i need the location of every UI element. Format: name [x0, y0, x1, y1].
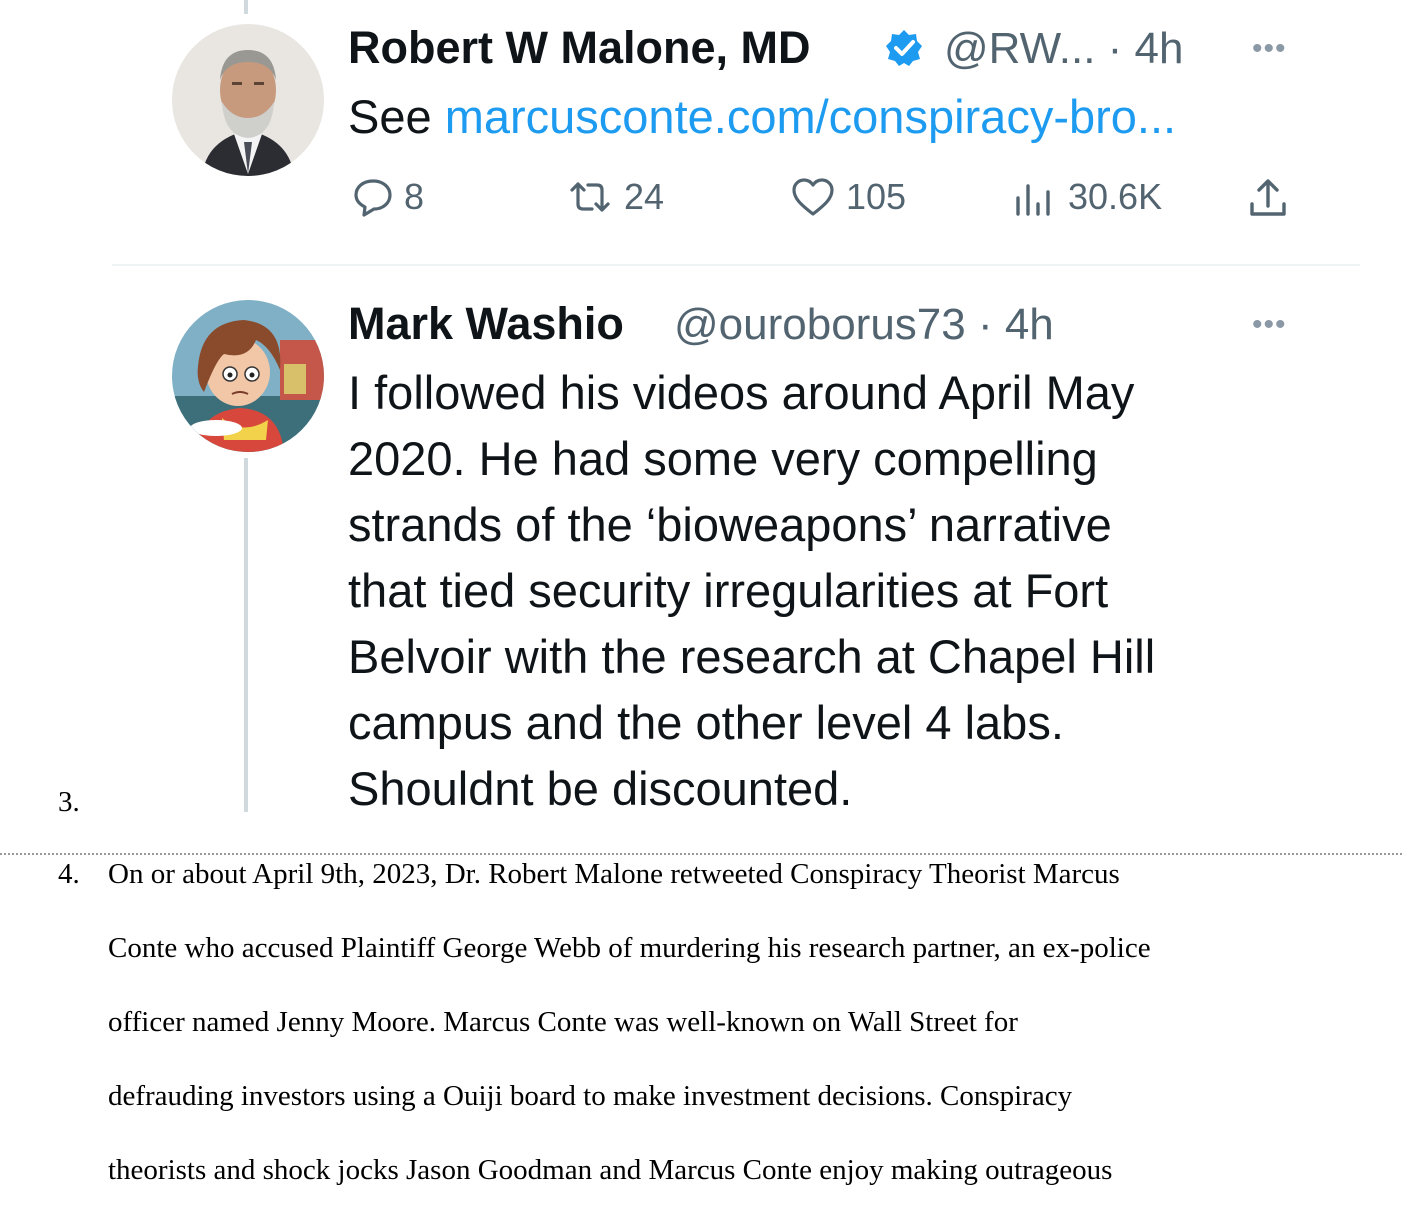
tweet2-text: I followed his videos around April May 2…: [348, 360, 1155, 822]
thread-line: [244, 458, 248, 812]
tweet2-text-line: Shouldnt be discounted.: [348, 762, 853, 815]
tweet1-handle-time[interactable]: @RW... · 4h: [944, 24, 1183, 74]
item-4-number: 4.: [58, 858, 80, 890]
tweet1-text: See marcusconte.com/conspiracy-bro...: [348, 84, 1176, 150]
tweet2-text-line: I followed his videos around April May: [348, 366, 1135, 419]
like-count: 105: [846, 176, 907, 217]
tweet1-link[interactable]: marcusconte.com/conspiracy-bro...: [445, 90, 1176, 143]
reply-icon: [352, 176, 394, 218]
item-3-number: 3.: [58, 786, 80, 818]
tweet2-more-icon[interactable]: •••: [1252, 308, 1287, 342]
tweet-divider: [112, 264, 1360, 266]
reply-button[interactable]: 8: [352, 176, 424, 218]
like-button[interactable]: 105: [790, 176, 906, 218]
views-chart-icon: [1012, 176, 1058, 218]
retweet-button[interactable]: 24: [566, 176, 664, 218]
avatar-robert-malone[interactable]: [172, 24, 324, 176]
tweet2-text-line: that tied security irregularities at For…: [348, 564, 1109, 617]
heart-icon: [790, 176, 836, 218]
share-button[interactable]: [1246, 176, 1290, 220]
thread-line-top: [244, 0, 248, 14]
tweet2-text-line: strands of the ‘bioweapons’ narrative: [348, 498, 1112, 551]
tweet2-author-name[interactable]: Mark Washio: [348, 298, 624, 350]
share-icon: [1246, 176, 1290, 220]
tweet2-text-line: Belvoir with the research at Chapel Hill: [348, 630, 1156, 683]
page-break-separator: [0, 853, 1402, 855]
views-button[interactable]: 30.6K: [1012, 176, 1162, 218]
tweet2-text-line: campus and the other level 4 labs.: [348, 696, 1064, 749]
views-count: 30.6K: [1068, 176, 1163, 217]
tweet1-text-prefix: See: [348, 90, 432, 143]
tweet1-author-name[interactable]: Robert W Malone, MD: [348, 22, 810, 74]
reply-count: 8: [404, 176, 425, 217]
tweet2-handle-time[interactable]: @ouroborus73 · 4h: [674, 300, 1054, 350]
item-4-line: On or about April 9th, 2023, Dr. Robert …: [108, 858, 1120, 890]
item-4-line: Conte who accused Plaintiff George Webb …: [108, 932, 1151, 964]
retweet-count: 24: [624, 176, 665, 217]
item-4-line: theorists and shock jocks Jason Goodman …: [108, 1154, 1113, 1186]
tweet1-more-icon[interactable]: •••: [1252, 32, 1287, 66]
verified-badge-icon: [884, 28, 924, 73]
tweet2-text-line: 2020. He had some very compelling: [348, 432, 1098, 485]
item-4-line: defrauding investors using a Ouiji board…: [108, 1080, 1073, 1112]
retweet-icon: [566, 176, 614, 218]
item-4-line: officer named Jenny Moore. Marcus Conte …: [108, 1006, 1018, 1038]
avatar-mark-washio[interactable]: [172, 300, 324, 452]
